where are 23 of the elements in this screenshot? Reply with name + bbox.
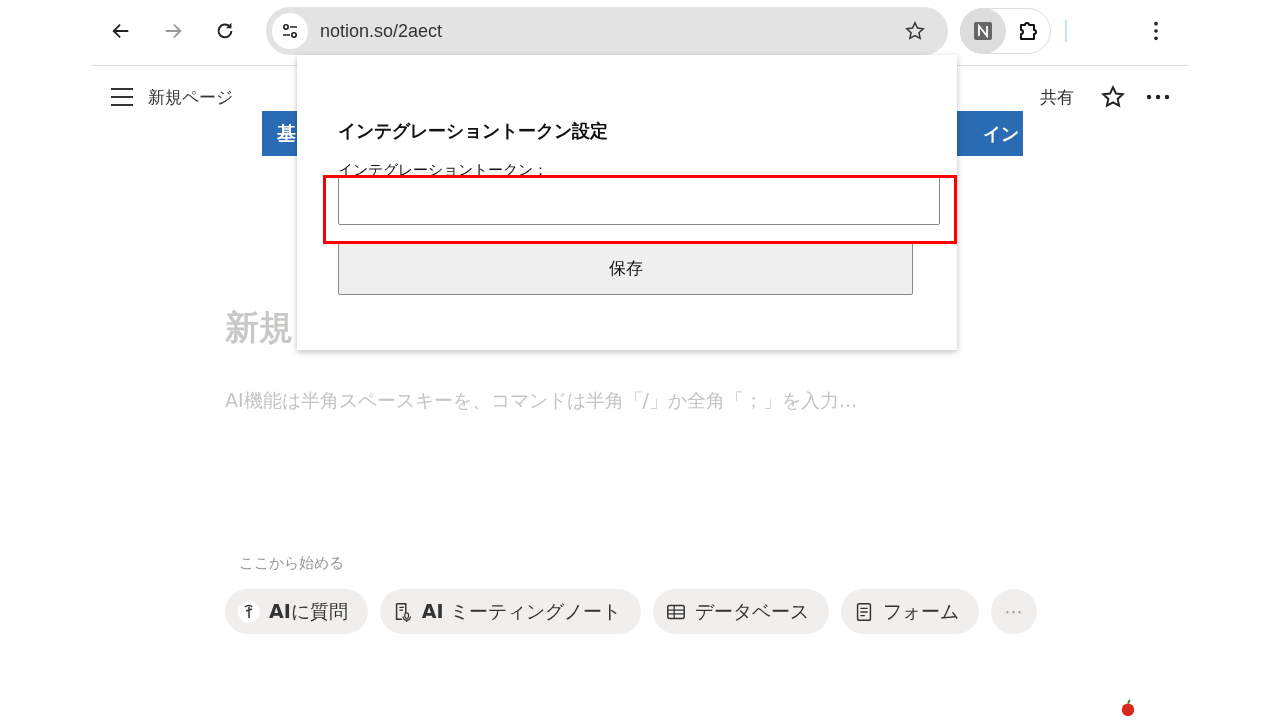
favorite-star-icon[interactable] bbox=[1100, 84, 1126, 110]
template-chip[interactable]: フォーム bbox=[840, 589, 979, 634]
template-chip[interactable]: AI ミーティングノート bbox=[379, 589, 641, 634]
menu-icon[interactable] bbox=[110, 87, 134, 107]
banner-fragment: 基 bbox=[262, 111, 297, 156]
page-title[interactable]: 新規ページ bbox=[148, 85, 233, 109]
template-chip[interactable]: AIに質問 bbox=[225, 589, 368, 634]
url-text: notion.so/2aect bbox=[320, 20, 443, 42]
notion-extension-icon[interactable] bbox=[973, 21, 993, 41]
more-menu-icon[interactable] bbox=[1153, 20, 1159, 42]
more-icon[interactable] bbox=[1146, 94, 1170, 100]
bookmark-star-icon[interactable] bbox=[904, 20, 926, 42]
save-button[interactable]: 保存 bbox=[338, 241, 913, 295]
site-settings-icon[interactable] bbox=[280, 21, 300, 41]
page-heading: 新規 bbox=[225, 306, 294, 349]
banner-fragment: イン bbox=[955, 111, 1023, 156]
token-input-field[interactable] bbox=[338, 175, 940, 225]
start-label: ここから始める bbox=[239, 554, 345, 573]
address-bar[interactable]: notion.so/2aect bbox=[266, 7, 948, 55]
apple-icon[interactable] bbox=[1119, 699, 1137, 717]
share-button[interactable]: 共有 bbox=[1040, 85, 1074, 109]
popup-title: インテグレーショントークン設定 bbox=[338, 119, 609, 143]
template-chip[interactable]: データベース bbox=[652, 589, 829, 634]
